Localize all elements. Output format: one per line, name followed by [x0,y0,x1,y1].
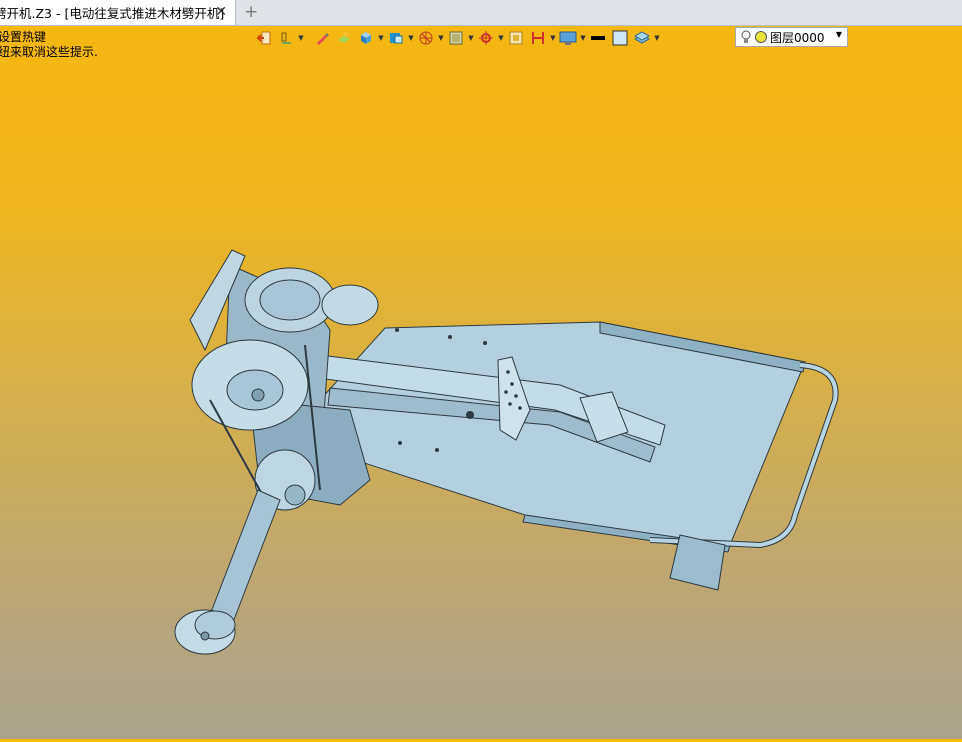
layers-icon[interactable] [631,27,653,49]
tab-title: 劈开机.Z3 - [电动往复式推进木材劈开机] [0,6,225,21]
chevron-down-icon[interactable]: ▼ [579,27,587,49]
chevron-down-icon[interactable]: ▼ [497,27,505,49]
snap-icon[interactable] [475,27,497,49]
layer-dropdown[interactable]: 图层0000 ▼ [735,27,848,47]
chevron-down-icon[interactable]: ▼ [437,27,445,49]
exit-icon[interactable] [253,27,275,49]
dimension-icon[interactable] [527,27,549,49]
render-sphere-icon[interactable] [415,27,437,49]
cube-icon[interactable] [355,27,377,49]
pencil-icon[interactable] [311,27,333,49]
document-tab[interactable]: 劈开机.Z3 - [电动往复式推进木材劈开机] ✕ [0,0,236,25]
view-toolbar: ▼ ▼ ▼ ▼ ▼ ▼ ▼ ▼ ▼ [253,27,661,49]
close-icon[interactable]: ✕ [215,4,227,20]
layer-color-icon [755,31,767,43]
chevron-down-icon[interactable]: ▼ [549,27,557,49]
display-icon[interactable] [557,27,579,49]
layer-tool-icon[interactable] [275,27,297,49]
fill-color-icon[interactable] [609,27,631,49]
layer-name: 图层0000 [770,30,825,45]
solid-icon[interactable] [333,27,355,49]
shading-icon[interactable] [445,27,467,49]
log-splitter-model [174,249,839,655]
view-cube-icon[interactable] [385,27,407,49]
lightbulb-icon[interactable] [739,29,753,45]
chevron-down-icon[interactable]: ▼ [467,27,475,49]
chevron-down-icon[interactable]: ▼ [653,27,661,49]
line-color-icon[interactable] [587,27,609,49]
hint-line-1: 设置热键 [0,30,47,44]
frame-icon[interactable] [505,27,527,49]
chevron-down-icon: ▼ [835,30,842,39]
tab-bar: 劈开机.Z3 - [电动往复式推进木材劈开机] ✕ + [0,0,962,26]
chevron-down-icon[interactable]: ▼ [407,27,415,49]
chevron-down-icon[interactable]: ▼ [297,27,305,49]
chevron-down-icon[interactable]: ▼ [377,27,385,49]
model-viewport[interactable] [0,50,962,739]
new-tab-button[interactable]: + [244,2,258,22]
